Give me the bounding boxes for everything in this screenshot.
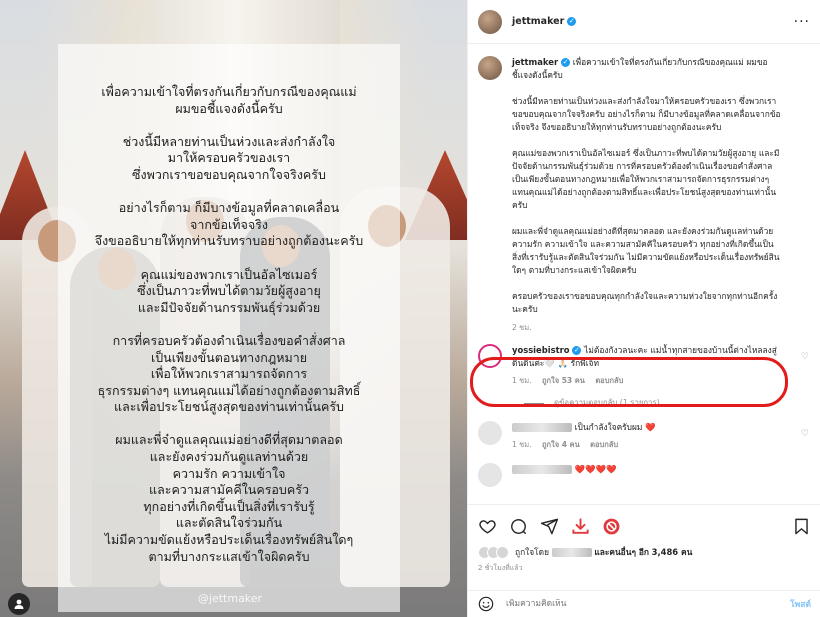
block-icon[interactable] (602, 517, 621, 536)
comment-text: ❤️❤️❤️❤️ (574, 464, 617, 474)
comment-time: 1 ชม. (512, 376, 532, 385)
liker-avatar (496, 545, 509, 559)
header-username[interactable]: jettmaker (512, 16, 564, 27)
avatar[interactable] (478, 463, 502, 487)
likes-summary[interactable]: ถูกใจโดย และคนอื่นๆ อีก 3,486 คน (478, 545, 811, 559)
verified-icon: ✓ (567, 17, 577, 26)
reply-button[interactable]: ตอบกลับ (595, 376, 623, 385)
caption-paragraph: ครอบครัวของเราขอขอบคุณทุกกำลังใจและความห… (512, 291, 778, 314)
comment-meta: 1 ชม. ถูกใจ 4 คน ตอบกลับ (512, 438, 782, 451)
likes-suffix: และคนอื่นๆ อีก (594, 547, 649, 557)
more-options-icon[interactable]: ··· (794, 14, 810, 30)
comment-likes[interactable]: ถูกใจ 53 คน (542, 376, 585, 385)
download-icon[interactable] (571, 517, 590, 536)
caption-paragraph: คุณแม่ของพวกเราเป็นอัลไซเมอร์ ซึ่งเป็นภา… (512, 148, 780, 210)
avatar[interactable] (478, 344, 502, 368)
comment-time: 1 ชม. (512, 440, 532, 449)
emoji-icon[interactable] (478, 596, 494, 612)
heart-icon[interactable] (478, 517, 497, 536)
comment-likes[interactable]: ถูกใจ 4 คน (542, 440, 580, 449)
caption-username[interactable]: jettmaker (512, 57, 558, 67)
caption: jettmaker ✓ เพื่อความเข้าใจที่ตรงกันเกี่ย… (478, 56, 809, 334)
caption-time: 2 ชม. (512, 323, 532, 332)
verified-icon: ✓ (561, 58, 571, 67)
like-comment-icon[interactable]: ♡ (801, 429, 809, 439)
avatar[interactable] (478, 56, 502, 80)
post-side-panel: jettmaker ✓ ··· jettmaker ✓ เพื่อความเข้า… (467, 0, 820, 617)
view-replies-button[interactable]: ดูข้อความตอบกลับ (1 รายการ) (524, 397, 809, 409)
likes-count[interactable]: 3,486 คน (652, 547, 693, 557)
post-comment-button[interactable]: โพสต์ (790, 597, 811, 611)
reply-button[interactable]: ตอบกลับ (590, 440, 618, 449)
comment-item: yossiebistro ✓ ไม่ต้องกังวลนะคะ แม่น้ำทุก… (478, 344, 809, 387)
user-icon (14, 599, 24, 609)
verified-icon: ✓ (572, 346, 582, 355)
comment-username[interactable]: yossiebistro (512, 345, 569, 355)
post-photo[interactable]: เพื่อความเข้าใจที่ตรงกันเกี่ยวกับกรณีของ… (0, 0, 467, 617)
comments-scroll[interactable]: jettmaker ✓ เพื่อความเข้าใจที่ตรงกันเกี่ย… (468, 44, 820, 504)
likes-prefix: ถูกใจโดย (515, 547, 549, 557)
avatar[interactable] (478, 9, 502, 34)
comment-item: ❤️❤️❤️❤️ (478, 463, 809, 487)
watermark: @jettmaker (197, 592, 263, 605)
comment-icon[interactable] (509, 517, 528, 536)
comment-text: เป็นกำลังใจครับผม ❤️ (574, 422, 656, 432)
post-age: 2 ชั่วโมงที่แล้ว (478, 564, 523, 572)
statement-text: เพื่อความเข้าใจที่ตรงกันเกี่ยวกับกรณีของ… (94, 84, 364, 564)
caption-paragraph: ผมและพี่จ๋าดูแลคุณแม่อย่างดีที่สุดมาตลอด… (512, 226, 780, 275)
add-comment-bar: โพสต์ (468, 590, 820, 617)
action-bar: ถูกใจโดย และคนอื่นๆ อีก 3,486 คน 2 ชั่วโ… (468, 504, 820, 574)
caption-paragraph: ช่วงนี้มีหลายท่านเป็นห่วงและส่งกำลังใจมา… (512, 96, 781, 132)
like-comment-icon[interactable]: ♡ (801, 352, 809, 362)
comment-input[interactable] (506, 599, 791, 609)
comment-item: เป็นกำลังใจครับผม ❤️ 1 ชม. ถูกใจ 4 คน ตอ… (478, 421, 809, 451)
post-header: jettmaker ✓ ··· (468, 0, 820, 44)
share-icon[interactable] (540, 517, 559, 536)
bookmark-icon[interactable] (792, 517, 811, 536)
tagged-users-button[interactable] (8, 593, 30, 615)
blurred-username (512, 423, 572, 432)
comment-meta: 1 ชม. ถูกใจ 53 คน ตอบกลับ (512, 374, 782, 387)
avatar[interactable] (478, 421, 502, 445)
blurred-username (512, 465, 572, 474)
caption-first-line: jettmaker ✓ เพื่อความเข้าใจที่ตรงกันเกี่ย… (512, 56, 782, 82)
blurred-username (551, 548, 592, 557)
view-replies-label: ดูข้อความตอบกลับ (1 รายการ) (554, 398, 660, 407)
divider (524, 402, 544, 404)
